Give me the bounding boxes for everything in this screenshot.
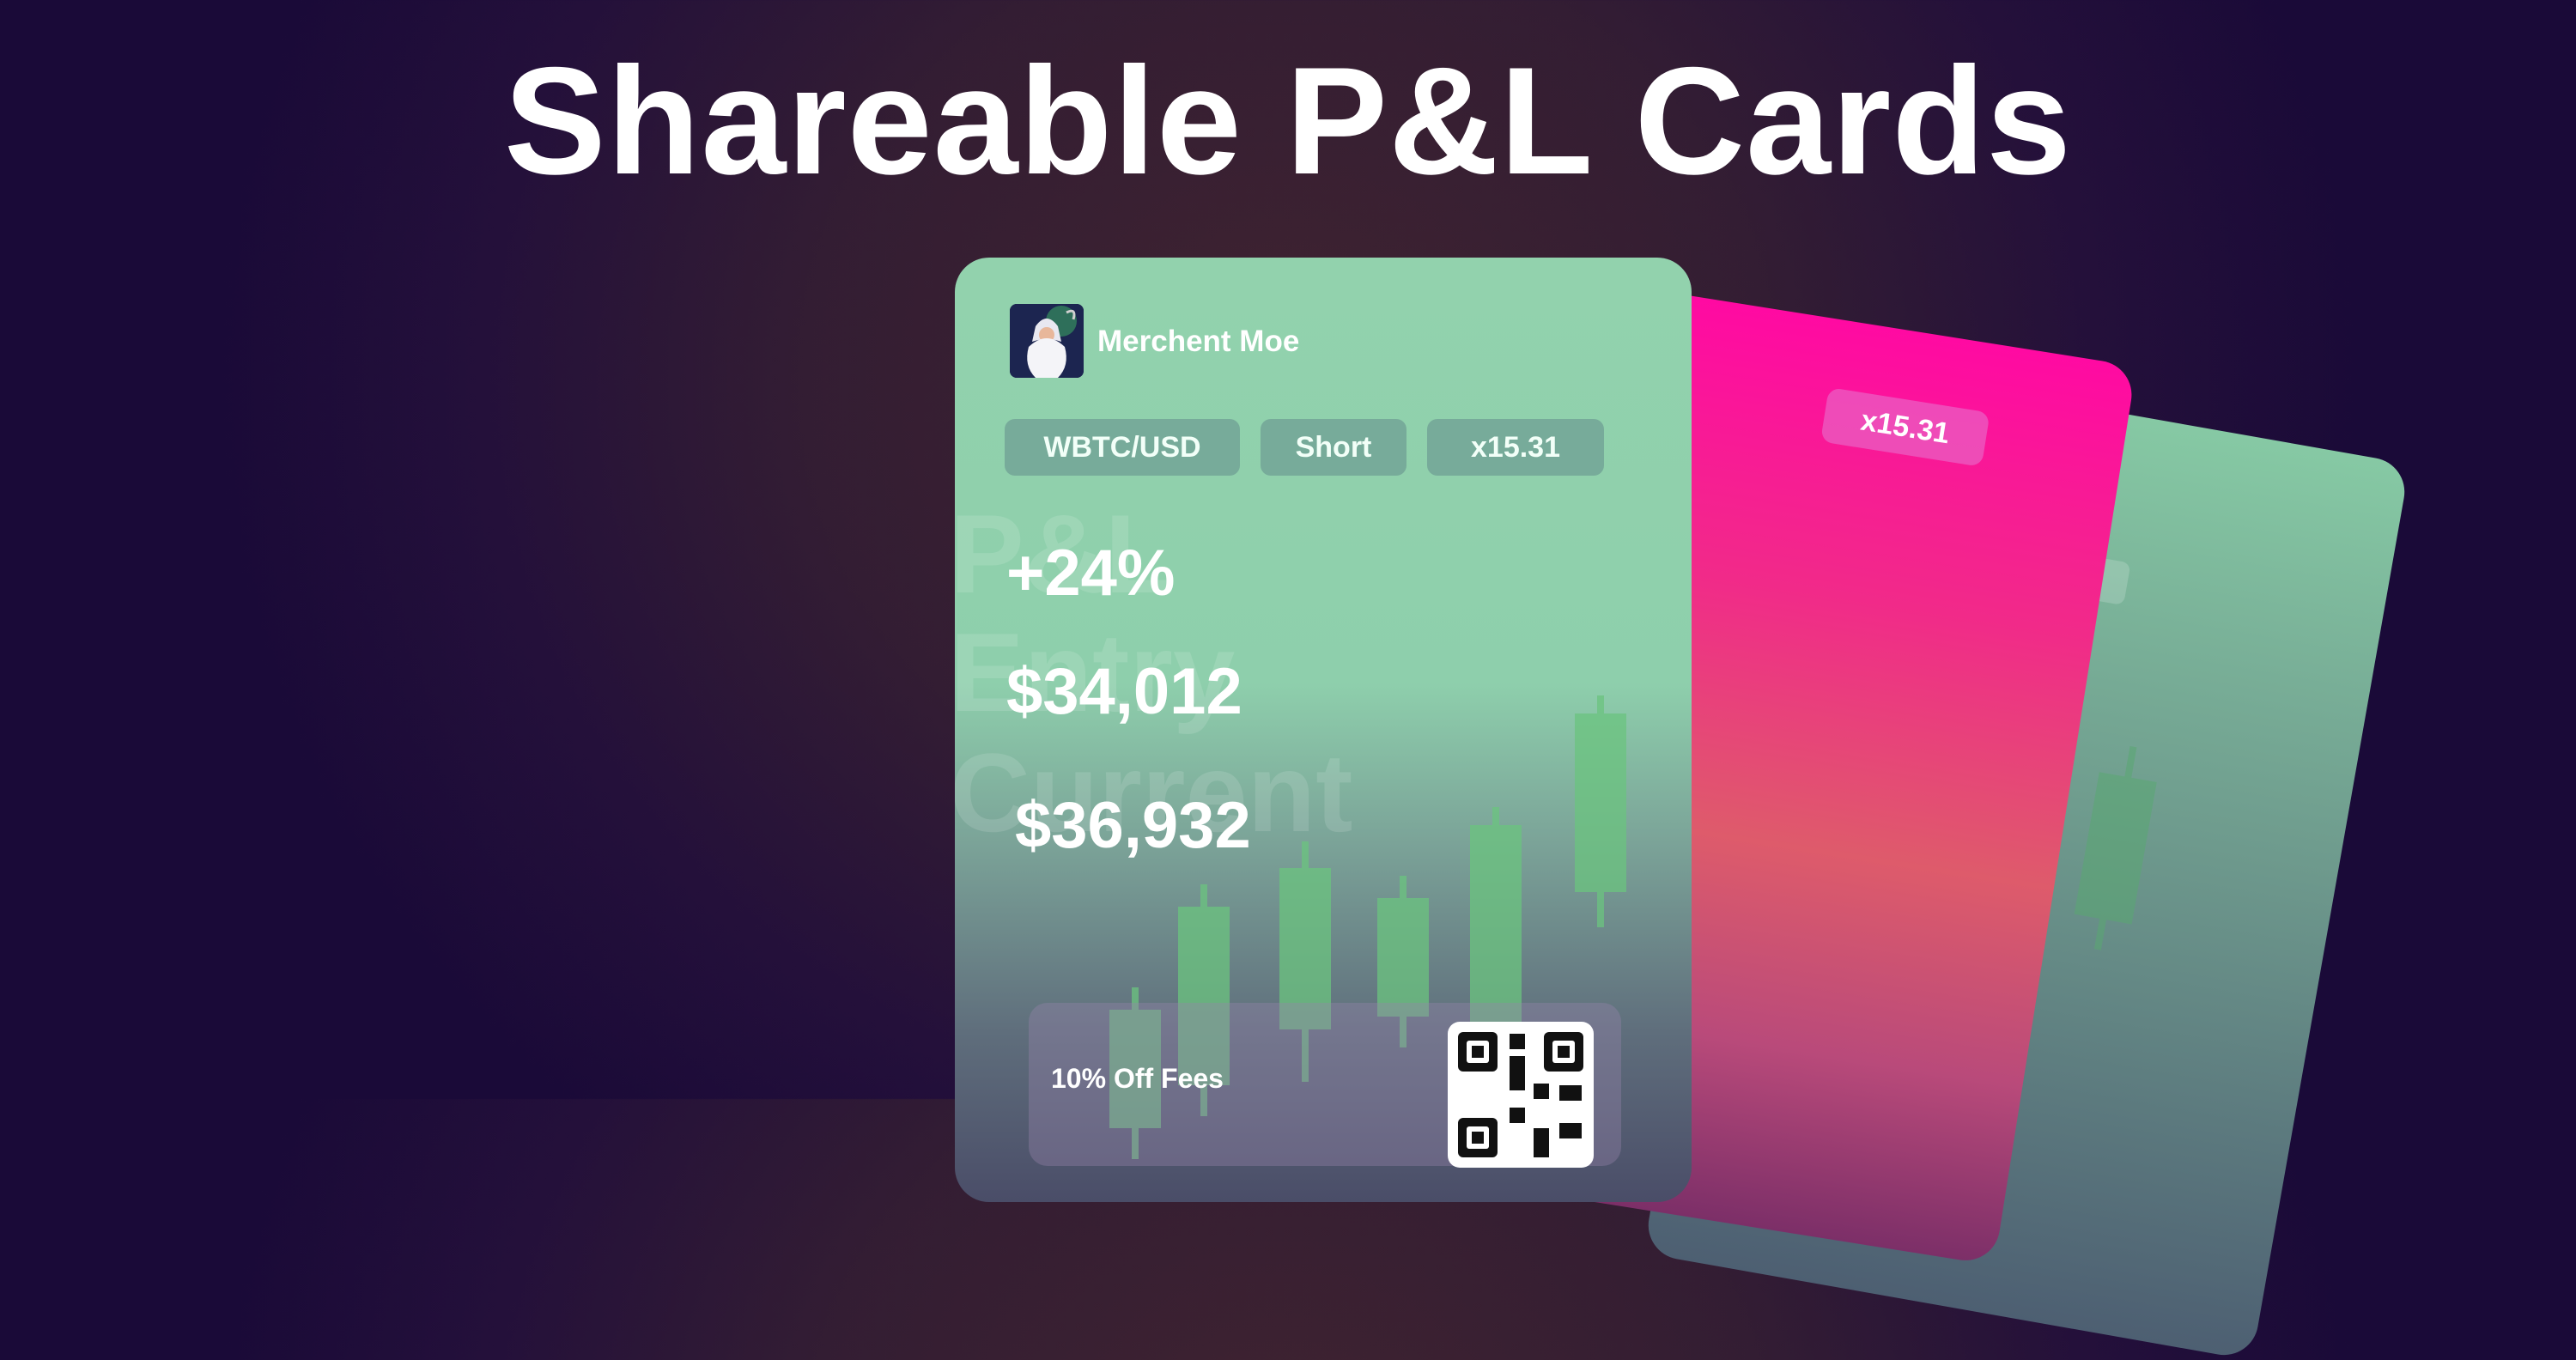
- current-price-value: $36,932: [1015, 789, 1251, 862]
- brand-name: Merchent Moe: [1097, 325, 1300, 358]
- pnl-value: +24%: [1006, 537, 1176, 610]
- promo-text: 10% Off Fees: [1051, 1063, 1224, 1094]
- promo-banner[interactable]: 10% Off Fees: [1029, 1003, 1621, 1168]
- wizard-avatar-icon: [1010, 304, 1084, 378]
- entry-price-value: $34,012: [1006, 655, 1242, 728]
- position-side-tag: Short: [1261, 419, 1406, 476]
- page-title: Shareable P&L Cards: [503, 35, 2073, 206]
- qr-code-icon[interactable]: [1448, 1022, 1594, 1168]
- pair-tag: WBTC/USD: [1005, 419, 1240, 476]
- pnl-card-front[interactable]: Merchent Moe WBTC/USD Short x15.31 P&L E…: [955, 258, 1692, 1202]
- leverage-tag: x15.31: [1820, 387, 1990, 467]
- leverage-tag: x15.31: [1427, 419, 1604, 476]
